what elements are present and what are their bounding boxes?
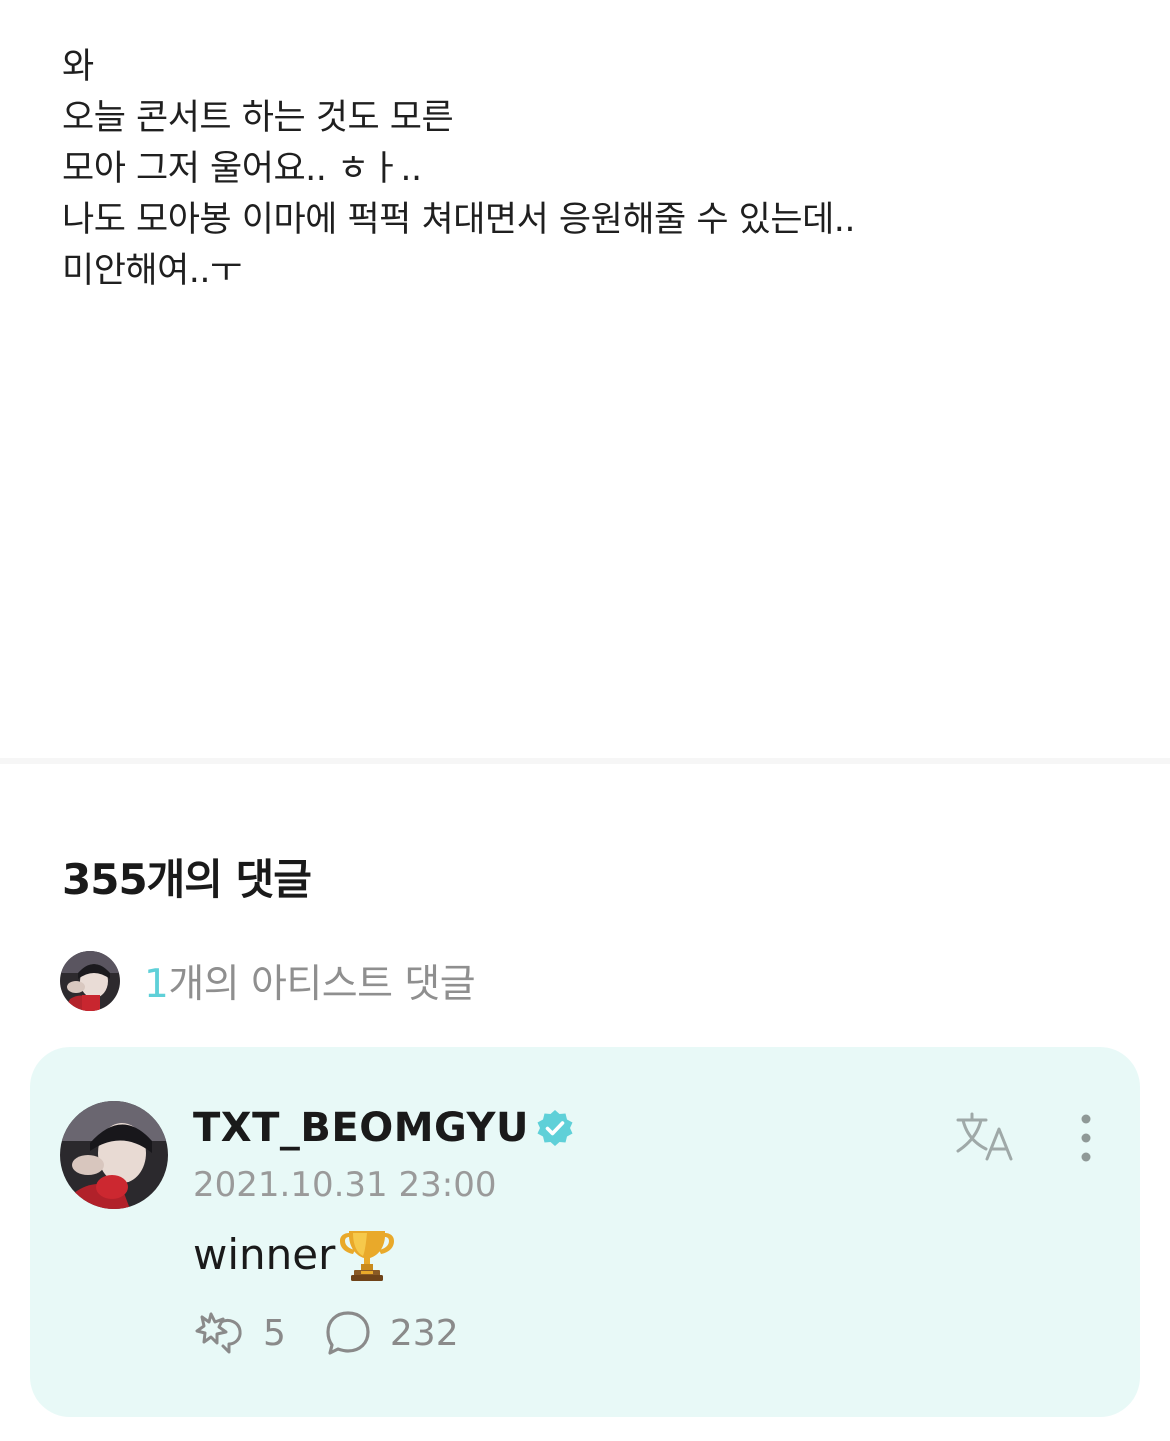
cheer-icon (195, 1312, 242, 1354)
artist-comments-suffix: 개의 아티스트 댓글 (168, 962, 476, 1007)
reply-bubble-icon (326, 1311, 370, 1355)
post-body: 와 오늘 콘서트 하는 것도 모른 모아 그저 울어요.. ㅎㅏ.. 나도 모아… (62, 42, 1122, 297)
translate-icon[interactable] (954, 1111, 1018, 1163)
artist-comment-card: TXT_BEOMGYU 2021.10.31 23:00 winner 5 23… (30, 1047, 1140, 1417)
artist-avatar (60, 951, 120, 1011)
post-line: 모아 그저 울어요.. ㅎㅏ.. (62, 149, 422, 189)
more-options-icon[interactable] (1076, 1113, 1096, 1163)
artist-comments-number: 1 (144, 962, 169, 1007)
comment-body: winner (193, 1225, 395, 1283)
comment-timestamp: 2021.10.31 23:00 (193, 1165, 497, 1205)
author-row: TXT_BEOMGYU (193, 1105, 575, 1151)
post-line: 오늘 콘서트 하는 것도 모른 (62, 98, 454, 138)
post-line: 미안해여..ㅜ (62, 251, 242, 291)
verified-badge-icon (537, 1110, 573, 1146)
avatar-photo-icon (60, 951, 120, 1011)
author-avatar[interactable] (60, 1101, 168, 1209)
comment-actions: 5 232 (193, 1309, 459, 1357)
reply-button[interactable]: 232 (324, 1309, 459, 1357)
post-line: 나도 모아봉 이마에 퍽퍽 쳐대면서 응원해줄 수 있는데.. (62, 200, 856, 240)
avatar-photo-icon (60, 1101, 168, 1209)
like-button[interactable]: 5 (193, 1310, 286, 1356)
comments-count-title: 355개의 댓글 (62, 855, 312, 904)
author-name[interactable]: TXT_BEOMGYU (193, 1105, 529, 1151)
section-divider (0, 758, 1170, 764)
comment-text: winner (193, 1229, 336, 1279)
trophy-icon (340, 1231, 395, 1281)
reply-count: 232 (389, 1312, 459, 1354)
like-count: 5 (263, 1312, 286, 1354)
post-line: 와 (62, 47, 94, 87)
artist-comments-toggle[interactable]: 1개의 아티스트 댓글 (60, 950, 476, 1012)
artist-comments-label: 1개의 아티스트 댓글 (144, 953, 476, 1009)
